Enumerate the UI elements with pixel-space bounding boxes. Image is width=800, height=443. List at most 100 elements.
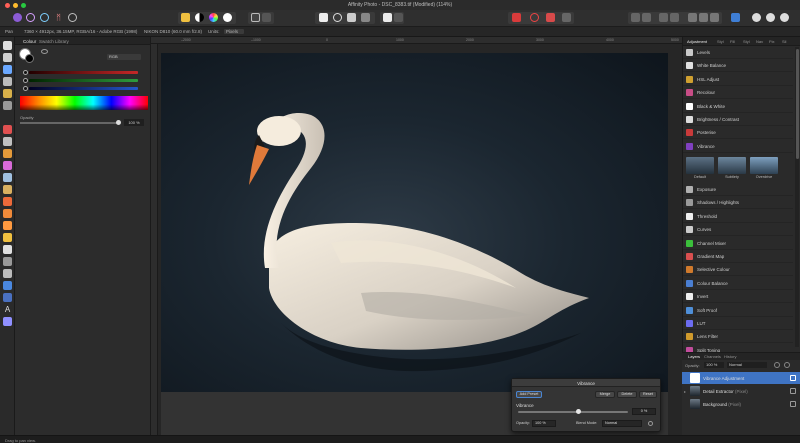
colour-mode-select[interactable]: RGB — [107, 54, 141, 60]
layer-row-background[interactable]: Background (Pixel) — [682, 398, 800, 410]
tab-channels[interactable]: Channels — [704, 354, 721, 359]
layer-row-vibrance[interactable]: Vibrance Adjustment — [682, 372, 800, 384]
swap-colours-icon[interactable] — [41, 49, 48, 54]
layer-settings-icon[interactable] — [774, 362, 780, 368]
adjustment-item[interactable]: Lens Filter — [683, 331, 793, 344]
move-tool-icon[interactable] — [3, 41, 12, 50]
gradient-tool-icon[interactable] — [3, 161, 12, 170]
layer-visibility-checkbox[interactable] — [790, 375, 796, 381]
tab-adjustment[interactable]: Adjustment — [687, 39, 707, 44]
tab-layers[interactable]: Layers — [688, 354, 700, 359]
adjustment-item[interactable]: Channel Mixer — [683, 238, 793, 250]
preset-subtlety[interactable]: Subtlety — [718, 157, 746, 181]
layer-visibility-checkbox[interactable] — [790, 401, 796, 407]
layer-opacity-value[interactable]: 100 % — [704, 362, 724, 368]
adjustment-item[interactable]: Threshold — [683, 211, 793, 223]
record-macro-icon[interactable] — [512, 13, 521, 22]
healing-tool-icon[interactable] — [3, 209, 12, 218]
marquee-tool-icon[interactable] — [3, 101, 12, 110]
tab-stock[interactable]: Sil — [782, 39, 786, 44]
assistant-icon[interactable] — [530, 13, 539, 22]
auto-levels-icon[interactable] — [181, 13, 190, 22]
units-select[interactable]: Pixels — [224, 29, 245, 34]
selection-options-icon[interactable] — [262, 13, 271, 22]
adjustment-item[interactable]: Gradient Map — [683, 251, 793, 263]
layer-fx-icon[interactable] — [784, 362, 790, 368]
zoom-tool-icon[interactable] — [3, 317, 12, 326]
vibrance-slider-track[interactable] — [518, 411, 628, 413]
adjustment-item[interactable]: Colour Balance — [683, 278, 793, 290]
inpainting-tool-icon[interactable] — [3, 221, 12, 230]
erase-brush-icon[interactable] — [3, 173, 12, 182]
reset-button[interactable]: Reset — [639, 391, 657, 398]
opacity-value[interactable]: 100 % — [124, 119, 144, 126]
adjustment-item[interactable]: Curves — [683, 224, 793, 237]
blemish-tool-icon[interactable] — [3, 233, 12, 242]
flip-horizontal-icon[interactable] — [688, 13, 697, 22]
blue-slider-handle[interactable] — [23, 86, 28, 91]
tab-effects[interactable]: Ftx — [769, 39, 775, 44]
red-eye-tool-icon[interactable] — [3, 245, 12, 254]
auto-colours-icon[interactable] — [209, 13, 218, 22]
layer-visibility-checkbox[interactable] — [790, 388, 796, 394]
dodge-tool-icon[interactable] — [3, 185, 12, 194]
rect-selection-icon[interactable] — [251, 13, 260, 22]
vibrance-slider-handle[interactable] — [576, 409, 581, 414]
tab-swatch[interactable]: Swatch — [39, 39, 54, 44]
preset-overdrive[interactable]: Overdrive — [750, 157, 778, 181]
quick-mask-menu-icon[interactable] — [394, 13, 403, 22]
arrange-back-icon[interactable] — [631, 13, 640, 22]
adjustment-item[interactable]: Selective Colour — [683, 264, 793, 277]
tab-navigator[interactable]: Nav — [756, 39, 763, 44]
tab-library[interactable]: Library — [55, 39, 69, 44]
layer-row-detail-extractor[interactable]: ▸ Detail Extractor (Pixel) — [682, 385, 800, 397]
secondary-colour-swatch[interactable] — [25, 54, 34, 63]
snapping-icon[interactable] — [333, 13, 342, 22]
adjustment-scrollbar-thumb[interactable] — [795, 49, 799, 159]
merge-button[interactable]: Merge — [595, 391, 615, 398]
toolbar-toggle-icon[interactable] — [780, 13, 789, 22]
auto-contrast-icon[interactable] — [195, 13, 204, 22]
auto-white-balance-icon[interactable] — [223, 13, 232, 22]
personas-toggle-icon[interactable] — [731, 13, 740, 22]
tab-colour[interactable]: Colour — [23, 39, 36, 44]
opacity-slider-track[interactable] — [20, 122, 118, 124]
flood-select-icon[interactable] — [3, 89, 12, 98]
adjustment-item[interactable]: Brightness / Contrast — [683, 114, 793, 126]
align-left-icon[interactable] — [659, 13, 668, 22]
adjustment-item[interactable]: HSL Adjust — [683, 74, 793, 86]
paint-brush-icon[interactable] — [3, 125, 12, 134]
colour-spectrum[interactable] — [20, 96, 148, 110]
adjustment-item[interactable]: Black & White — [683, 101, 793, 113]
add-preset-button[interactable]: Add Preset — [516, 391, 542, 398]
develop-persona-icon[interactable] — [40, 13, 49, 22]
adjustment-item[interactable]: Exposure — [683, 184, 793, 196]
red-slider-handle[interactable] — [23, 70, 28, 75]
rectangle-tool-icon[interactable] — [3, 293, 12, 302]
tab-history[interactable]: History — [724, 354, 736, 359]
adjustment-item[interactable]: Recolour — [683, 87, 793, 100]
adjustment-item[interactable]: White Balance — [683, 60, 793, 73]
tab-stroke[interactable]: Styl — [743, 39, 750, 44]
green-slider[interactable] — [23, 78, 148, 83]
layer-blend-mode[interactable]: Normal — [727, 362, 767, 368]
adjustment-item[interactable]: Vibrance — [683, 141, 793, 153]
adjustment-item[interactable]: Invert — [683, 291, 793, 304]
blend-mode-select[interactable]: Normal — [602, 420, 642, 427]
vibrance-value[interactable]: 0 % — [632, 408, 656, 415]
smudge-tool-icon[interactable] — [3, 257, 12, 266]
arrange-forward-icon[interactable] — [642, 13, 651, 22]
context-toggle-icon[interactable] — [766, 13, 775, 22]
studio-toggle-icon[interactable] — [752, 13, 761, 22]
liquify-persona-icon[interactable] — [26, 13, 35, 22]
expand-layer-icon[interactable]: ▸ — [684, 389, 686, 394]
tone-mapping-persona-icon[interactable]: ᛗ — [54, 13, 63, 22]
tab-fill[interactable]: Fill — [730, 39, 735, 44]
clone-tool-icon[interactable] — [3, 197, 12, 206]
export-persona-icon[interactable] — [68, 13, 77, 22]
view-mode-icon[interactable] — [319, 13, 328, 22]
adjustment-scrollbar[interactable] — [795, 47, 799, 347]
adjustment-item[interactable]: Posterise — [683, 127, 793, 140]
crop-tool-icon[interactable] — [3, 65, 12, 74]
opacity-slider-handle[interactable] — [116, 120, 121, 125]
